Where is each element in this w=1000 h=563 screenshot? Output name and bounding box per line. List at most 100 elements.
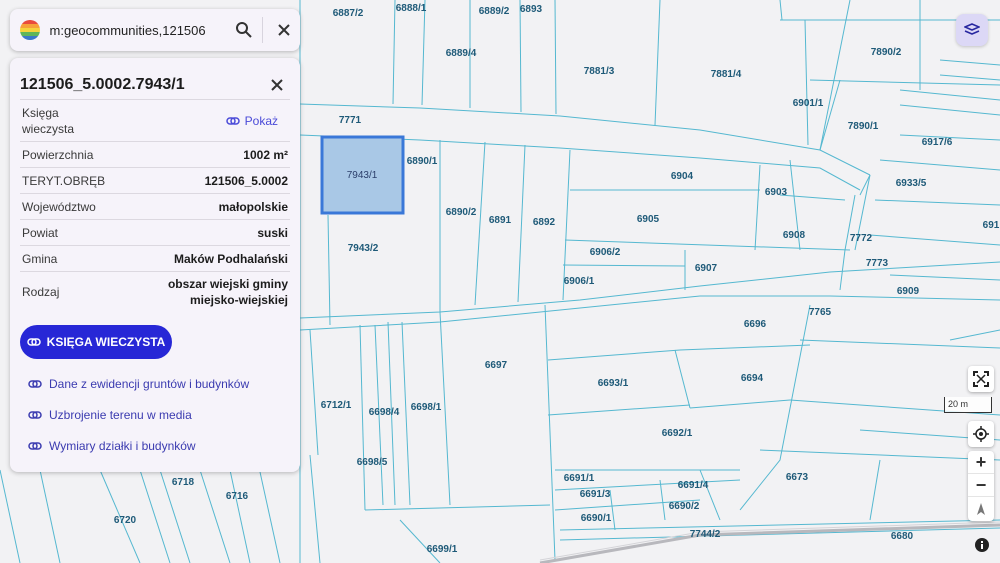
ksiega-wieczysta-button[interactable]: KSIĘGA WIECZYSTA [20, 325, 172, 359]
teryt-value: 121506_5.0002 [204, 173, 288, 188]
clear-search-button[interactable] [269, 14, 300, 46]
parcel-label: 6905 [637, 214, 660, 225]
parcel-label: 6889/2 [479, 6, 510, 17]
gmina-label: Gmina [22, 251, 58, 266]
parcel-label: 7772 [850, 233, 873, 244]
row-powiat: Powiat suski [20, 220, 290, 246]
parcel-label: 7765 [809, 307, 832, 318]
parcel-label: 6890/2 [446, 207, 477, 218]
parcel-label: 6906/1 [564, 276, 595, 287]
parcel-label: 7890/2 [871, 47, 902, 58]
search-input[interactable] [49, 22, 225, 38]
fullscreen-button[interactable] [968, 366, 994, 392]
parcel-info-panel: 121506_5.0002.7943/1 Księga wieczysta Po… [10, 58, 300, 472]
layers-button[interactable] [956, 14, 988, 46]
parcel-label: 6680 [891, 531, 914, 542]
panel-title: 121506_5.0002.7943/1 [20, 75, 185, 93]
parcel-label: 6696 [744, 319, 767, 330]
parcel-label: 6698/5 [357, 457, 388, 468]
row-rodzaj: Rodzaj obszar wiejski gminy miejsko-wiej… [20, 272, 290, 312]
parcel-label: 6693/1 [598, 378, 629, 389]
parcel-label: 6888/1 [396, 3, 427, 14]
parcel-label: 6906/2 [590, 247, 621, 258]
zoom-out-button[interactable]: − [968, 474, 994, 497]
layers-icon [964, 23, 980, 35]
parcel-label: 6907 [695, 263, 718, 274]
parcel-label: 6903 [765, 187, 788, 198]
pokaz-link[interactable]: Pokaż [225, 113, 278, 128]
pokaz-label: Pokaż [244, 113, 278, 128]
panel-header: 121506_5.0002.7943/1 [20, 70, 290, 100]
parcel-label: 6716 [226, 491, 249, 502]
search-icon [236, 22, 252, 38]
parcel-label: 6901/1 [793, 98, 824, 109]
search-divider [261, 17, 263, 43]
parcel-label: 6908 [783, 230, 806, 241]
ksiega-wieczysta-button-label: KSIĘGA WIECZYSTA [46, 335, 166, 349]
parcel-label: 6890/1 [407, 156, 438, 167]
link-ewidencja-label: Dane z ewidencji gruntów i budynków [49, 376, 250, 391]
parcel-label: 6690/1 [581, 513, 612, 524]
powierzchnia-label: Powierzchnia [22, 147, 94, 162]
powierzchnia-value: 1002 m² [243, 147, 288, 162]
parcel-label: 691 [983, 220, 1000, 231]
rodzaj-value: obszar wiejski gminy miejsko-wiejskiej [167, 277, 288, 307]
link-uzbrojenie-label: Uzbrojenie terenu w media [49, 407, 192, 422]
fullscreen-icon [973, 371, 989, 387]
panel-links: Dane z ewidencji gruntów i budynków Uzbr… [20, 368, 290, 461]
row-gmina: Gmina Maków Podhalański [20, 246, 290, 272]
parcel-label: 6691/4 [678, 480, 709, 491]
link-ewidencja[interactable]: Dane z ewidencji gruntów i budynków [28, 368, 290, 399]
compass-icon [977, 502, 985, 515]
parcel-label: 6699/1 [427, 544, 458, 555]
link-wymiary[interactable]: Wymiary działki i budynków [28, 430, 290, 461]
link-wymiary-label: Wymiary działki i budynków [49, 438, 196, 453]
parcel-label: 6718 [172, 477, 195, 488]
close-icon [271, 78, 283, 91]
powiat-label: Powiat [22, 225, 59, 240]
search-button[interactable] [229, 14, 260, 46]
parcel-label: 7771 [339, 115, 362, 126]
parcel-label: 6698/1 [411, 402, 442, 413]
geoportal-logo-icon [20, 20, 40, 40]
ksiega-label: Księga wieczysta [22, 105, 75, 136]
parcel-label: 6712/1 [321, 400, 352, 411]
link-icon [28, 410, 42, 419]
close-icon [278, 24, 291, 36]
parcel-label: 6691/1 [564, 473, 595, 484]
parcel-label: 7943/2 [348, 243, 379, 254]
rodzaj-label: Rodzaj [22, 285, 60, 299]
info-button[interactable] [974, 537, 990, 553]
link-icon [26, 338, 41, 346]
selected-parcel-label: 7943/1 [347, 170, 378, 181]
panel-close-button[interactable] [264, 72, 290, 98]
parcel-label: 6694 [741, 373, 764, 384]
parcel-label: 6697 [485, 360, 508, 371]
link-uzbrojenie[interactable]: Uzbrojenie terenu w media [28, 399, 290, 430]
locate-icon [973, 426, 989, 442]
parcel-label: 6692/1 [662, 428, 693, 439]
parcel-label: 6904 [671, 171, 694, 182]
parcel-label: 7773 [866, 258, 889, 269]
parcel-label: 6933/5 [896, 178, 927, 189]
parcel-label: 6892 [533, 217, 556, 228]
wojewodztwo-value: małopolskie [218, 199, 288, 214]
locate-button[interactable] [968, 421, 994, 447]
parcel-label: 6917/6 [922, 137, 953, 148]
link-icon [28, 379, 42, 388]
zoom-in-button[interactable]: + [968, 451, 994, 474]
info-icon [975, 538, 989, 552]
parcel-label: 6720 [114, 515, 137, 526]
parcel-label: 6691/3 [580, 489, 611, 500]
zoom-control: + − [968, 451, 994, 521]
parcel-label: 7890/1 [848, 121, 879, 132]
scale-bar: 20 m [944, 397, 992, 413]
parcel-label: 6673 [786, 472, 809, 483]
search-bar [10, 9, 300, 51]
wojewodztwo-label: Województwo [22, 199, 96, 214]
parcel-label: 7881/4 [711, 69, 742, 80]
parcel-label: 6909 [897, 286, 920, 297]
powiat-value: suski [257, 225, 288, 240]
gmina-value: Maków Podhalański [173, 251, 288, 266]
compass-button[interactable] [968, 497, 994, 520]
